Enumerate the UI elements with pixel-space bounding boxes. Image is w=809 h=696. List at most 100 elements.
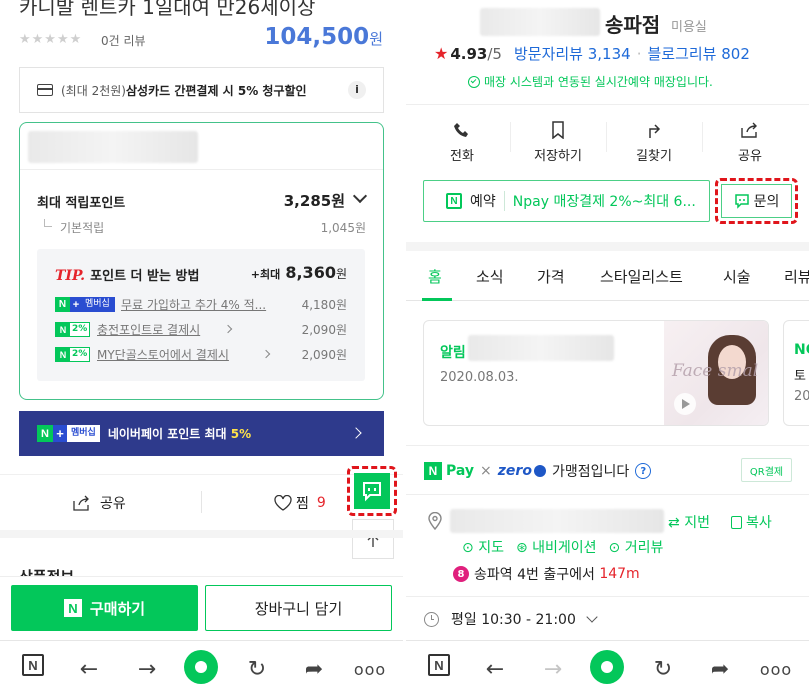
tree-branch-icon: [44, 219, 52, 227]
membership-badge: N + 멤버십: [37, 425, 100, 442]
shop-name: 송파점: [605, 13, 661, 37]
tab-home[interactable]: 홈: [428, 266, 442, 287]
refresh-icon[interactable]: ↻: [242, 653, 272, 685]
naver-home-icon[interactable]: N: [22, 654, 44, 676]
tab-news[interactable]: 소식: [476, 266, 504, 287]
reserve-button[interactable]: N 예약 Npay 매장결제 2%~최대 6...: [423, 180, 710, 222]
cart-button[interactable]: 장바구니 담기: [205, 585, 392, 631]
check-circle-icon: [468, 75, 480, 88]
action-label: 전화: [450, 149, 474, 164]
share-label: 공유: [100, 496, 126, 512]
copy-button[interactable]: 복사: [731, 512, 772, 532]
share-arrow-icon[interactable]: ➦: [299, 653, 329, 685]
hours-row[interactable]: 평일 10:30 - 21:00: [424, 609, 598, 629]
directions-action[interactable]: 길찾기: [606, 112, 702, 170]
hours-text: 평일 10:30 - 21:00: [451, 612, 576, 628]
tab-price[interactable]: 가격: [537, 266, 565, 287]
tip-row-text[interactable]: 무료 가입하고 추가 4% 적...: [121, 296, 266, 313]
max-points-label: 최대 적립포인트: [37, 196, 126, 211]
tip-max: +최대 8,360원: [251, 263, 347, 282]
bookmark-icon: [552, 121, 564, 139]
street-view-link[interactable]: ⊙ 거리뷰: [609, 537, 664, 557]
map-link[interactable]: ⊙ 지도: [462, 537, 504, 557]
left-product-screen: 카니발 렌트카 1일대여 만26세이상 ★★★★★ 0건 리뷰 104,500원…: [0, 0, 403, 696]
refresh-icon[interactable]: ↻: [648, 653, 678, 685]
forward-arrow-icon[interactable]: →: [132, 653, 162, 685]
action-label: 공유: [738, 149, 762, 164]
card-promo-prefix: (최대 2천원): [61, 83, 126, 98]
charge-points-badge: N 2%: [55, 322, 91, 337]
wish-button[interactable]: 찜 9: [274, 493, 326, 513]
directions-icon: [649, 124, 661, 138]
shop-category: 미용실: [671, 20, 707, 35]
chevron-down-icon[interactable]: [352, 188, 368, 204]
price: 104,500원: [264, 24, 383, 50]
cross-icon: ×: [480, 463, 492, 479]
navi-link[interactable]: ⊛ 내비게이션: [516, 537, 597, 557]
tip-row-value: 2,090원: [301, 348, 347, 362]
share-arrow-icon[interactable]: ➦: [705, 653, 735, 685]
section-separator: [406, 242, 809, 251]
qr-pay-button[interactable]: QR결제: [741, 458, 792, 482]
back-arrow-icon[interactable]: ←: [74, 653, 104, 685]
realtime-notice: 매장 시스템과 연동된 실시간예약 매장입니다.: [468, 73, 713, 90]
forward-arrow-icon[interactable]: →: [538, 653, 568, 685]
blurred-user-info: [28, 131, 198, 163]
tip-heading: TIP. 포인트 더 받는 방법: [55, 265, 199, 284]
naver-home-icon[interactable]: N: [428, 654, 450, 676]
more-icon[interactable]: ooo: [760, 653, 792, 685]
swap-icon: ⇄: [668, 515, 680, 531]
review-count[interactable]: 0건 리뷰: [101, 32, 146, 49]
map-label: 지도: [478, 540, 504, 556]
max-points-value: 3,285원: [283, 192, 345, 210]
tab-label: 소식: [476, 268, 504, 286]
chevron-right-icon: [350, 427, 362, 439]
tip-row[interactable]: N 2% MY단골스토어에서 결제시 2,090원: [55, 345, 347, 365]
reserve-label: 예약: [470, 194, 496, 210]
visitor-review-link[interactable]: 방문자리뷰 3,134: [514, 43, 631, 64]
tip-row-text[interactable]: 충전포인트로 결제시: [97, 321, 200, 338]
buy-button[interactable]: N 구매하기: [11, 585, 198, 631]
back-arrow-icon[interactable]: ←: [480, 653, 510, 685]
tab-label: 가격: [537, 268, 565, 286]
talk-button[interactable]: [354, 473, 390, 509]
help-icon[interactable]: ?: [635, 463, 652, 479]
tab-service[interactable]: 시술: [723, 266, 751, 287]
info-icon[interactable]: i: [348, 81, 366, 99]
jibun-toggle[interactable]: ⇄ 지번: [668, 512, 710, 532]
points-box: 최대 적립포인트 3,285원 기본적립 1,045원 TIP. 포인트 더 받…: [19, 122, 384, 400]
banner-text: 네이버페이 포인트 최대: [107, 427, 231, 441]
tab-review[interactable]: 리뷰: [784, 266, 809, 287]
card-promo-box[interactable]: (최대 2천원) 삼성카드 간편결제 시 5% 청구할인 i: [19, 67, 384, 113]
notice-card-partial[interactable]: NC 토 20: [783, 320, 809, 426]
scroll-top-button[interactable]: [352, 519, 394, 559]
tip-row[interactable]: N + 멤버십 무료 가입하고 추가 4% 적... 4,180원: [55, 295, 347, 315]
naver-n-icon: N: [37, 425, 53, 442]
inquiry-button[interactable]: 문의: [721, 184, 792, 218]
green-home-button[interactable]: [590, 650, 624, 684]
rating-stars: ★★★★★: [19, 32, 83, 47]
tip-row-text[interactable]: MY단골스토어에서 결제시: [97, 346, 229, 363]
action-label: 길찾기: [636, 149, 672, 164]
save-action[interactable]: 저장하기: [510, 112, 606, 170]
play-icon[interactable]: [674, 393, 696, 415]
tip-row[interactable]: N 2% 충전포인트로 결제시 2,090원: [55, 320, 347, 340]
tab-label: 홈: [428, 268, 442, 286]
reserve-divider: [503, 191, 505, 211]
inquiry-label: 문의: [753, 194, 780, 210]
tab-stylist[interactable]: 스타일리스트: [600, 266, 683, 287]
points-divider: [20, 169, 383, 170]
share-action[interactable]: 공유: [702, 112, 798, 170]
green-home-button[interactable]: [184, 650, 218, 684]
chevron-right-icon: [261, 349, 271, 359]
notice-card[interactable]: 알림 2020.08.03. Face smal: [423, 320, 769, 426]
price-unit: 원: [369, 30, 383, 48]
call-action[interactable]: 전화: [414, 112, 510, 170]
copy-icon: [731, 515, 742, 529]
more-icon[interactable]: ooo: [354, 653, 386, 685]
membership-banner[interactable]: N + 멤버십 네이버페이 포인트 최대 5%: [19, 411, 384, 456]
notice-thumbnail[interactable]: Face smal: [664, 321, 768, 425]
blog-review-link[interactable]: 블로그리뷰 802: [647, 43, 749, 64]
share-button[interactable]: 공유: [72, 493, 126, 513]
browser-toolbar: N ← → ↻ ➦ ooo: [406, 640, 809, 696]
